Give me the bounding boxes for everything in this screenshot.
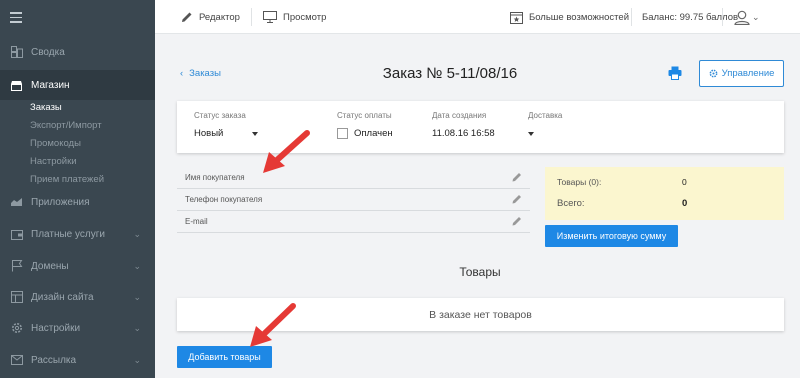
mail-icon <box>10 354 23 366</box>
gear-icon <box>709 69 718 78</box>
order-status-value: Новый <box>194 128 224 139</box>
flag-icon <box>10 260 23 272</box>
print-icon[interactable] <box>668 66 682 80</box>
pencil-icon[interactable] <box>512 194 522 204</box>
payment-status-field: Статус оплаты Оплачен <box>337 111 393 139</box>
more-features-button[interactable]: Больше возможностей <box>510 0 629 34</box>
total-value: 0 <box>682 198 688 209</box>
sidebar-item-design[interactable]: Дизайн сайта ⌄ <box>0 282 155 312</box>
chevron-down-icon: ⌄ <box>133 322 141 333</box>
paid-checkbox[interactable] <box>337 128 348 139</box>
chevron-down-icon: ⌄ <box>133 354 141 365</box>
sidebar-item-label: Сводка <box>31 46 65 58</box>
sidebar-item-dashboard[interactable]: Сводка <box>0 37 155 67</box>
sidebar-subitem-payments[interactable]: Прием платежей <box>30 174 104 185</box>
sidebar-item-label: Рассылка <box>31 354 77 366</box>
shop-icon <box>10 79 23 91</box>
layout-icon <box>10 291 23 303</box>
chevron-down-icon: ⌄ <box>133 228 141 239</box>
back-label: Заказы <box>189 68 221 79</box>
sidebar-item-label: Приложения <box>31 196 90 208</box>
sidebar-item-label: Дизайн сайта <box>31 291 94 303</box>
wallet-icon <box>10 228 23 240</box>
payment-status-row: Оплачен <box>337 128 393 139</box>
pencil-icon[interactable] <box>512 172 522 182</box>
more-features-label: Больше возможностей <box>529 11 629 23</box>
manage-button[interactable]: Управление <box>699 60 784 87</box>
paid-label: Оплачен <box>354 128 393 139</box>
back-to-orders-link[interactable]: ‹ Заказы <box>180 68 221 79</box>
sidebar-item-settings[interactable]: Настройки ⌄ <box>0 313 155 343</box>
created-date-label: Дата создания <box>432 111 487 120</box>
sidebar-item-shop[interactable]: Магазин <box>0 70 155 100</box>
caret-down-icon <box>528 132 534 136</box>
monitor-icon <box>263 11 277 23</box>
sidebar-item-paid-services[interactable]: Платные услуги ⌄ <box>0 219 155 249</box>
delivery-select[interactable] <box>528 132 562 136</box>
buyer-name-row[interactable]: Имя покупателя <box>177 167 530 189</box>
chevron-down-icon: ⌄ <box>752 11 760 22</box>
sidebar-subitem-orders[interactable]: Заказы <box>30 102 62 113</box>
preview-label: Просмотр <box>283 11 327 23</box>
items-count-label: Товары (0): <box>557 177 602 187</box>
sidebar-subitem-promocodes[interactable]: Промокоды <box>30 138 81 149</box>
menu-icon[interactable] <box>10 12 22 26</box>
dashboard-icon <box>10 46 23 58</box>
items-count-row: Товары (0): 0 <box>557 177 772 187</box>
apps-icon <box>10 196 23 208</box>
user-icon <box>734 10 750 25</box>
page-title: Заказ № 5-11/08/16 <box>382 65 518 82</box>
sidebar-item-domains[interactable]: Домены ⌄ <box>0 251 155 281</box>
annotation-arrow-icon <box>263 130 310 173</box>
manage-label: Управление <box>721 68 775 79</box>
annotation-arrow-icon <box>250 303 296 347</box>
top-bar: Редактор Просмотр Больше возможностей Ба… <box>155 0 800 34</box>
total-label: Всего: <box>557 198 585 209</box>
buyer-phone-label: Телефон покупателя <box>185 195 263 204</box>
sidebar-item-mailing[interactable]: Рассылка ⌄ <box>0 345 155 375</box>
change-total-button[interactable]: Изменить итоговую сумму <box>545 225 678 247</box>
sidebar-item-label: Магазин <box>31 79 70 91</box>
created-date-field: Дата создания 11.08.16 16:58 <box>432 111 495 139</box>
order-status-select[interactable]: Новый <box>194 128 258 139</box>
editor-button[interactable]: Редактор <box>181 0 240 34</box>
goods-section-title: Товары <box>459 265 501 279</box>
sidebar-item-label: Настройки <box>31 322 81 334</box>
user-menu[interactable]: ⌄ <box>734 0 760 34</box>
pencil-icon[interactable] <box>512 216 522 226</box>
star-box-icon <box>510 11 523 24</box>
chevron-left-icon: ‹ <box>180 68 184 79</box>
order-status-label: Статус заказа <box>194 111 246 120</box>
order-status-field: Статус заказа Новый <box>194 111 258 139</box>
sidebar: Сводка Магазин Заказы Экспорт/Импорт Про… <box>0 0 155 378</box>
buyer-email-row[interactable]: E-mail <box>177 211 530 233</box>
created-date-value: 11.08.16 16:58 <box>432 128 495 139</box>
buyer-phone-row[interactable]: Телефон покупателя <box>177 189 530 211</box>
totals-panel: Товары (0): 0 Всего: 0 <box>545 167 784 220</box>
chevron-down-icon: ⌄ <box>133 291 141 302</box>
sidebar-item-label: Платные услуги <box>31 228 105 240</box>
delivery-field: Доставка <box>528 111 562 136</box>
chevron-down-icon: ⌄ <box>133 260 141 271</box>
preview-button[interactable]: Просмотр <box>263 0 326 34</box>
gear-icon <box>10 322 23 334</box>
payment-status-label: Статус оплаты <box>337 111 392 120</box>
buyer-info: Имя покупателя Телефон покупателя E-mail <box>177 167 530 233</box>
delivery-label: Доставка <box>528 111 563 120</box>
buyer-name-label: Имя покупателя <box>185 173 245 182</box>
buyer-email-label: E-mail <box>185 217 208 226</box>
items-count-value: 0 <box>682 177 687 187</box>
sidebar-subitem-export-import[interactable]: Экспорт/Импорт <box>30 120 102 131</box>
editor-label: Редактор <box>199 11 240 23</box>
total-row: Всего: 0 <box>557 198 772 209</box>
balance-text: Баланс: 99.75 баллов <box>642 11 739 23</box>
pencil-icon <box>181 11 193 23</box>
sidebar-item-apps[interactable]: Приложения <box>0 187 155 217</box>
sidebar-item-label: Домены <box>31 260 69 272</box>
sidebar-subitem-settings[interactable]: Настройки <box>30 156 77 167</box>
